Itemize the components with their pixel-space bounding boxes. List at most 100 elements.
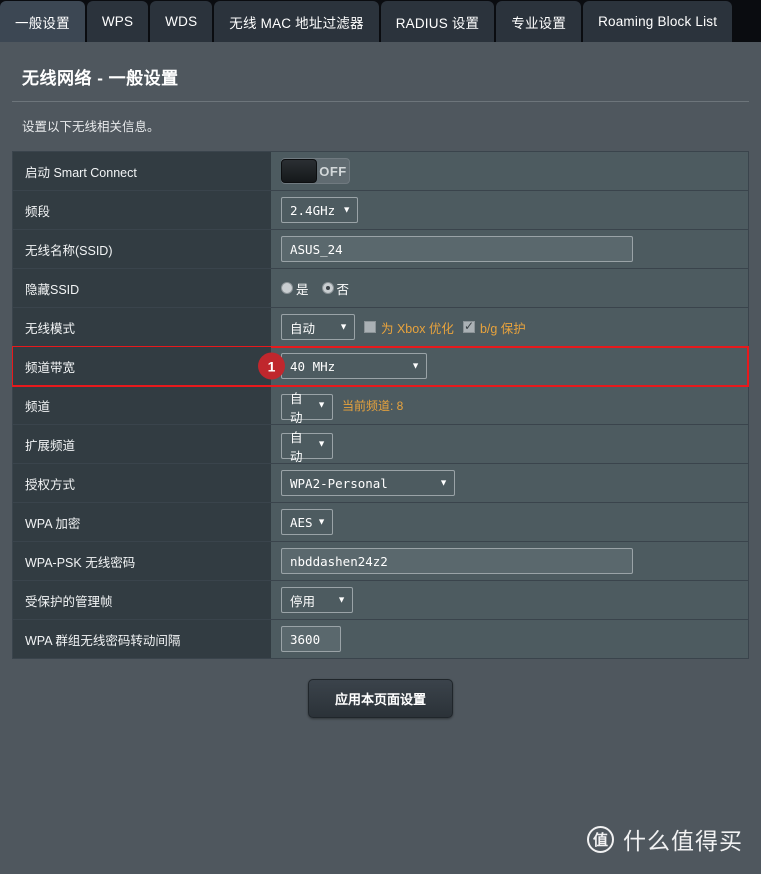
value-protected-management-frames: 停用 ▼ (271, 581, 748, 619)
label-auth-method: 授权方式 (13, 464, 271, 502)
label-protected-management-frames: 受保护的管理帧 (13, 581, 271, 619)
watermark: 值 什么值得买 (587, 822, 743, 856)
row-smart-connect: 启动 Smart Connect OFF (13, 152, 748, 191)
router-admin-page: 一般设置 WPS WDS 无线 MAC 地址过滤器 RADIUS 设置 专业设置… (0, 0, 761, 874)
band-select[interactable]: 2.4GHz (281, 197, 359, 223)
row-hide-ssid: 隐藏SSID 是 否 (13, 269, 748, 308)
auth-method-select[interactable]: WPA2-Personal (281, 470, 455, 496)
current-channel-hint: 当前频道: 8 (342, 398, 404, 413)
value-hide-ssid: 是 否 (271, 269, 748, 307)
checkbox-icon-checked (462, 319, 475, 333)
value-auth-method: WPA2-Personal ▼ (271, 464, 748, 502)
hide-ssid-radio-no[interactable]: 否 (321, 279, 350, 298)
extension-channel-select-wrap: 自动 ▼ (281, 429, 333, 464)
label-channel-bandwidth-text: 频道带宽 (25, 360, 76, 375)
radio-icon-selected (321, 282, 334, 294)
tab-label: WDS (165, 14, 198, 29)
row-channel: 频道 自动 ▼ 当前频道: 8 (13, 386, 748, 425)
value-extension-channel: 自动 ▼ (271, 425, 748, 464)
checkbox-icon (364, 321, 376, 333)
page-description: 设置以下无线相关信息。 (22, 120, 160, 134)
tab-bar: 一般设置 WPS WDS 无线 MAC 地址过滤器 RADIUS 设置 专业设置… (0, 0, 761, 42)
label-wpa-psk: WPA-PSK 无线密码 (13, 542, 271, 580)
label-wpa-rekey-interval: WPA 群组无线密码转动间隔 (13, 620, 271, 658)
wireless-settings-table: 启动 Smart Connect OFF 频段 2.4GHz ▼ 无线名称(SS… (12, 151, 749, 659)
tab-wds[interactable]: WDS (150, 1, 213, 42)
tab-label: 无线 MAC 地址过滤器 (229, 15, 364, 31)
channel-bandwidth-select[interactable]: 40 MHz (281, 353, 427, 379)
auth-method-select-wrap: WPA2-Personal ▼ (281, 470, 455, 496)
page-content: 无线网络 - 一般设置 设置以下无线相关信息。 启动 Smart Connect… (0, 42, 761, 718)
tab-mac-filter[interactable]: 无线 MAC 地址过滤器 (214, 1, 379, 42)
label-wireless-mode: 无线模式 (13, 308, 271, 346)
watermark-text: 什么值得买 (623, 828, 743, 854)
row-channel-bandwidth: 频道带宽 1 40 MHz ▼ (12, 346, 749, 387)
label-channel: 频道 (13, 386, 271, 424)
row-band: 频段 2.4GHz ▼ (13, 191, 748, 230)
row-protected-management-frames: 受保护的管理帧 停用 ▼ (13, 581, 748, 620)
row-extension-channel: 扩展频道 自动 ▼ (13, 425, 748, 464)
channel-select[interactable]: 自动 (281, 392, 333, 425)
extension-channel-select[interactable]: 自动 (281, 431, 333, 464)
tab-label: 一般设置 (15, 15, 70, 31)
tab-general-settings[interactable]: 一般设置 (0, 1, 85, 42)
tab-bar-filler (734, 1, 761, 42)
tab-label: Roaming Block List (598, 14, 718, 29)
value-wpa-psk (271, 542, 748, 580)
wireless-mode-select[interactable]: 自动 (281, 314, 355, 340)
value-wireless-mode: 自动 ▼ 为 Xbox 优化 b/g 保护 (271, 308, 748, 346)
tab-label: RADIUS 设置 (395, 15, 480, 31)
smart-connect-toggle[interactable]: OFF (281, 158, 350, 184)
apply-button-container: 应用本页面设置 (12, 659, 749, 718)
pmf-select[interactable]: 停用 (281, 587, 353, 613)
bg-protection-checkbox-item[interactable]: b/g 保护 (462, 318, 526, 337)
hide-ssid-radio-yes[interactable]: 是 (281, 279, 309, 298)
wpa-encryption-select-wrap: AES ▼ (281, 509, 333, 535)
channel-bandwidth-select-wrap: 40 MHz ▼ (281, 353, 427, 379)
value-channel-bandwidth: 40 MHz ▼ (271, 347, 748, 385)
wpa-rekey-input[interactable] (281, 626, 341, 652)
bg-protection-label: b/g 保护 (479, 321, 526, 336)
xbox-optimize-label: 为 Xbox 优化 (381, 321, 454, 336)
label-wpa-encryption: WPA 加密 (13, 503, 271, 541)
row-auth-method: 授权方式 WPA2-Personal ▼ (13, 464, 748, 503)
apply-settings-button[interactable]: 应用本页面设置 (307, 679, 453, 718)
value-wpa-rekey-interval (271, 620, 748, 658)
tab-radius[interactable]: RADIUS 设置 (380, 1, 495, 42)
toggle-state-label: OFF (319, 163, 347, 179)
tab-professional[interactable]: 专业设置 (496, 1, 582, 42)
radio-icon (281, 282, 293, 294)
label-smart-connect: 启动 Smart Connect (13, 152, 271, 190)
page-title: 无线网络 - 一般设置 (22, 69, 179, 88)
channel-select-wrap: 自动 ▼ (281, 390, 333, 425)
label-band: 频段 (13, 191, 271, 229)
value-band: 2.4GHz ▼ (271, 191, 748, 229)
wpa-psk-input[interactable] (281, 548, 633, 574)
row-wpa-encryption: WPA 加密 AES ▼ (13, 503, 748, 542)
pmf-select-wrap: 停用 ▼ (281, 587, 353, 613)
row-wpa-psk: WPA-PSK 无线密码 (13, 542, 748, 581)
label-channel-bandwidth: 频道带宽 1 (13, 347, 285, 385)
row-ssid: 无线名称(SSID) (13, 230, 748, 269)
hide-ssid-radio-group: 是 否 (281, 279, 349, 298)
tab-roaming-block-list[interactable]: Roaming Block List (583, 1, 733, 42)
tab-wps[interactable]: WPS (86, 1, 149, 42)
value-channel: 自动 ▼ 当前频道: 8 (271, 386, 748, 425)
row-wpa-rekey-interval: WPA 群组无线密码转动间隔 (13, 620, 748, 659)
xbox-optimize-checkbox-item[interactable]: 为 Xbox 优化 (364, 318, 454, 337)
wpa-encryption-select[interactable]: AES (281, 509, 333, 535)
radio-label-no: 否 (336, 282, 350, 297)
label-extension-channel: 扩展频道 (13, 425, 271, 463)
value-wpa-encryption: AES ▼ (271, 503, 748, 541)
band-select-wrap: 2.4GHz ▼ (281, 197, 359, 223)
step-badge-1: 1 (258, 352, 285, 380)
tab-label: WPS (101, 14, 134, 29)
label-hide-ssid: 隐藏SSID (13, 269, 271, 307)
radio-label-yes: 是 (296, 282, 309, 297)
value-ssid (271, 230, 748, 268)
wireless-mode-select-wrap: 自动 ▼ (281, 314, 355, 340)
ssid-input[interactable] (281, 236, 633, 262)
tab-label: 专业设置 (511, 15, 567, 31)
value-smart-connect: OFF (271, 152, 748, 190)
smzdm-logo-icon: 值 (587, 825, 614, 853)
